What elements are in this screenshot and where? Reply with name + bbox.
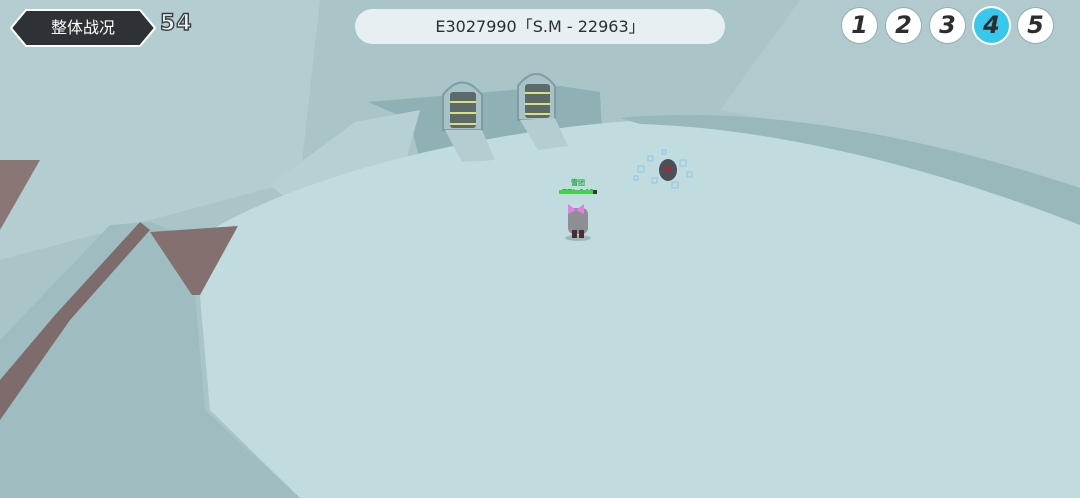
- player-sprite: [565, 204, 591, 241]
- overview-button[interactable]: 整体战况: [10, 9, 156, 47]
- slot-button-3[interactable]: 3: [930, 8, 965, 43]
- slot-button-2[interactable]: 2: [886, 8, 921, 43]
- enemy-sprite[interactable]: [632, 146, 698, 194]
- slot-button-4[interactable]: 4: [974, 8, 1009, 43]
- player-hp-fill: [559, 190, 594, 194]
- slot-selector: 12345: [842, 8, 1053, 44]
- game-scene[interactable]: [0, 0, 1080, 498]
- slot-button-5[interactable]: 5: [1018, 8, 1053, 43]
- player-hp-bar: [559, 190, 597, 194]
- room-id-label[interactable]: E3027990「S.M - 22963」: [355, 9, 725, 44]
- overview-label: 整体战况: [50, 18, 115, 37]
- remaining-count: 54: [159, 10, 193, 36]
- player-character[interactable]: 雪团 ZZL.140: [554, 178, 602, 248]
- slot-button-1[interactable]: 1: [842, 8, 877, 43]
